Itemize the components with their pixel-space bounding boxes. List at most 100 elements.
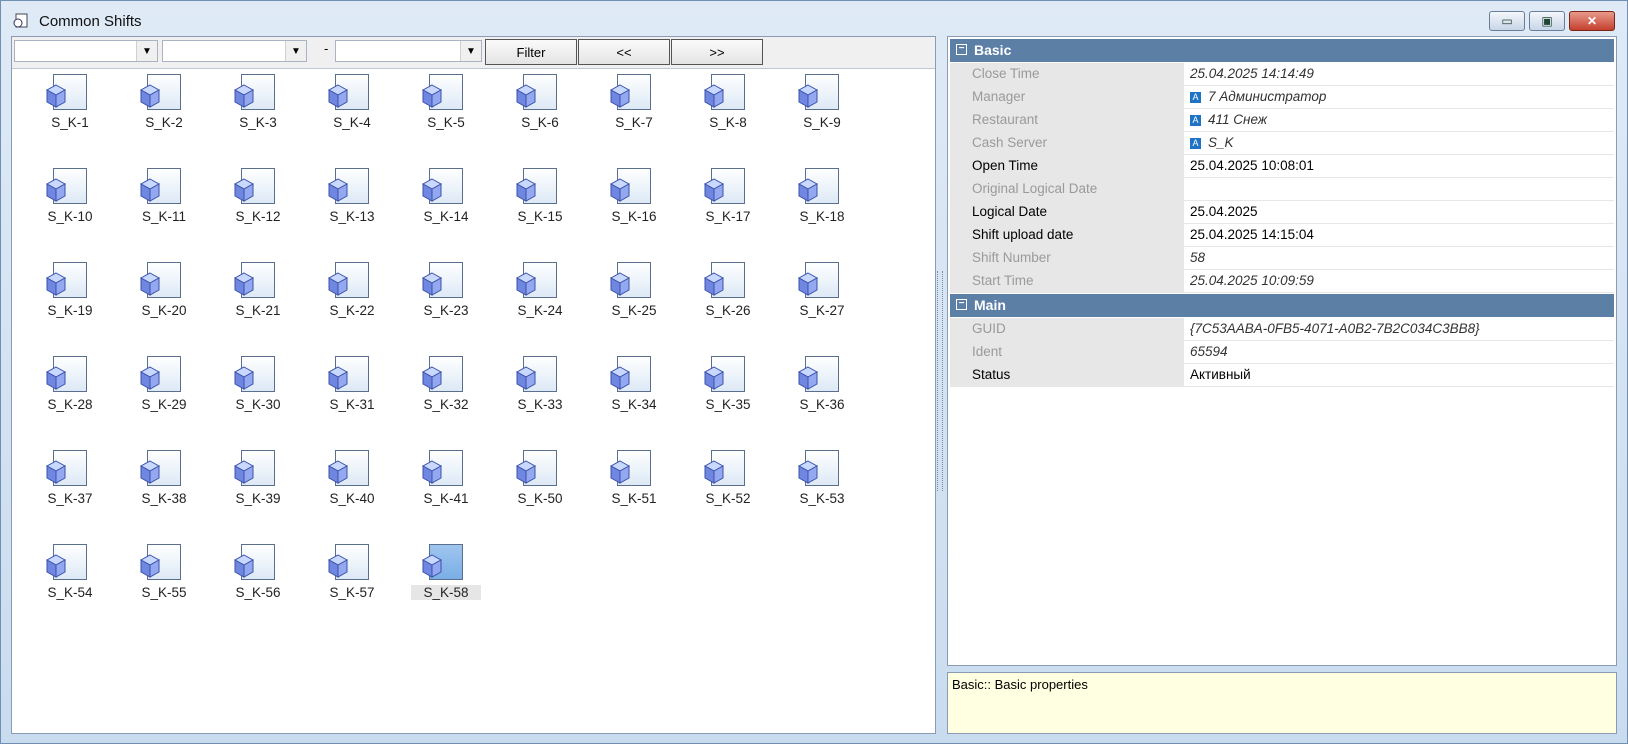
shift-item[interactable]: S_K-54	[35, 541, 105, 621]
property-description: Basic:: Basic properties	[947, 672, 1617, 734]
shift-item[interactable]: S_K-38	[129, 447, 199, 527]
shift-item-label: S_K-2	[145, 115, 183, 130]
dropdown-arrow-icon[interactable]: ▼	[136, 41, 157, 61]
shift-item[interactable]: S_K-15	[505, 165, 575, 245]
shift-item[interactable]: S_K-51	[599, 447, 669, 527]
property-value[interactable]: 25.04.2025 14:15:04	[1186, 224, 1614, 246]
property-value[interactable]: A S_K	[1186, 132, 1614, 154]
property-row[interactable]: Close Time 25.04.2025 14:14:49	[950, 63, 1614, 86]
shift-item[interactable]: S_K-37	[35, 447, 105, 527]
property-value[interactable]: A 7 Администратор	[1186, 86, 1614, 108]
shift-item[interactable]: S_K-35	[693, 353, 763, 433]
shift-item[interactable]: S_K-30	[223, 353, 293, 433]
property-row[interactable]: Status Активный	[950, 364, 1614, 387]
shift-item-label: S_K-13	[329, 209, 375, 224]
property-row[interactable]: Restaurant A 411 Снеж	[950, 109, 1614, 132]
shift-item[interactable]: S_K-58	[411, 541, 481, 621]
collapse-icon[interactable]: −	[956, 299, 967, 310]
property-row[interactable]: Open Time 25.04.2025 10:08:01	[950, 155, 1614, 178]
property-value[interactable]: 65594	[1186, 341, 1614, 363]
shift-item[interactable]: S_K-13	[317, 165, 387, 245]
filter-combo-1[interactable]: ▼	[14, 40, 158, 62]
property-value[interactable]: 25.04.2025 10:08:01	[1186, 155, 1614, 177]
property-value[interactable]: Активный	[1186, 364, 1614, 386]
property-row[interactable]: Manager A 7 Администратор	[950, 86, 1614, 109]
shift-item[interactable]: S_K-32	[411, 353, 481, 433]
shift-item[interactable]: S_K-55	[129, 541, 199, 621]
prev-page-button[interactable]: <<	[578, 39, 670, 65]
property-value[interactable]: {7C53AABA-0FB5-4071-A0B2-7B2C034C3BB8}	[1186, 318, 1614, 340]
next-page-button[interactable]: >>	[671, 39, 763, 65]
property-value[interactable]: 58	[1186, 247, 1614, 269]
shift-item-label: S_K-11	[141, 209, 187, 224]
shift-item[interactable]: S_K-41	[411, 447, 481, 527]
property-row[interactable]: GUID {7C53AABA-0FB5-4071-A0B2-7B2C034C3BB…	[950, 318, 1614, 341]
shift-item[interactable]: S_K-27	[787, 259, 857, 339]
shift-item[interactable]: S_K-26	[693, 259, 763, 339]
shift-item[interactable]: S_K-40	[317, 447, 387, 527]
shift-item[interactable]: S_K-39	[223, 447, 293, 527]
shift-item[interactable]: S_K-25	[599, 259, 669, 339]
property-row[interactable]: Start Time 25.04.2025 10:09:59	[950, 270, 1614, 293]
property-value[interactable]: 25.04.2025	[1186, 201, 1614, 223]
shift-item[interactable]: S_K-28	[35, 353, 105, 433]
property-row[interactable]: Shift upload date 25.04.2025 14:15:04	[950, 224, 1614, 247]
property-row[interactable]: Shift Number 58	[950, 247, 1614, 270]
property-value[interactable]: 25.04.2025 14:14:49	[1186, 63, 1614, 85]
shift-item[interactable]: S_K-31	[317, 353, 387, 433]
shift-item[interactable]: S_K-9	[787, 71, 857, 151]
shift-item[interactable]: S_K-20	[129, 259, 199, 339]
property-value[interactable]: A 411 Снеж	[1186, 109, 1614, 131]
shift-item[interactable]: S_K-33	[505, 353, 575, 433]
category-main[interactable]: − Main	[950, 294, 1614, 317]
shift-item[interactable]: S_K-29	[129, 353, 199, 433]
shift-item[interactable]: S_K-18	[787, 165, 857, 245]
filter-combo-3[interactable]: ▼	[335, 40, 482, 62]
shift-item[interactable]: S_K-6	[505, 71, 575, 151]
shift-item[interactable]: S_K-23	[411, 259, 481, 339]
shift-item[interactable]: S_K-36	[787, 353, 857, 433]
category-label: Main	[974, 297, 1006, 313]
shift-item[interactable]: S_K-5	[411, 71, 481, 151]
shift-item[interactable]: S_K-52	[693, 447, 763, 527]
shift-item[interactable]: S_K-10	[35, 165, 105, 245]
filter-button[interactable]: Filter	[485, 39, 577, 65]
title-bar[interactable]: Common Shifts ▭ ▣ ✕	[1, 1, 1627, 35]
shift-item[interactable]: S_K-12	[223, 165, 293, 245]
shift-item[interactable]: S_K-53	[787, 447, 857, 527]
maximize-button[interactable]: ▣	[1529, 11, 1565, 31]
shift-item[interactable]: S_K-22	[317, 259, 387, 339]
dropdown-arrow-icon[interactable]: ▼	[460, 41, 481, 61]
shift-item[interactable]: S_K-21	[223, 259, 293, 339]
property-row[interactable]: Cash Server A S_K	[950, 132, 1614, 155]
shift-item[interactable]: S_K-14	[411, 165, 481, 245]
property-value[interactable]	[1186, 178, 1614, 200]
shift-item[interactable]: S_K-16	[599, 165, 669, 245]
property-value[interactable]: 25.04.2025 10:09:59	[1186, 270, 1614, 292]
shift-item[interactable]: S_K-50	[505, 447, 575, 527]
filter-combo-2[interactable]: ▼	[162, 40, 307, 62]
shift-item[interactable]: S_K-19	[35, 259, 105, 339]
shift-item[interactable]: S_K-8	[693, 71, 763, 151]
shift-item[interactable]: S_K-2	[129, 71, 199, 151]
shift-item[interactable]: S_K-56	[223, 541, 293, 621]
shift-item[interactable]: S_K-17	[693, 165, 763, 245]
shift-item[interactable]: S_K-57	[317, 541, 387, 621]
panel-splitter[interactable]	[937, 271, 943, 491]
shift-item[interactable]: S_K-3	[223, 71, 293, 151]
property-row[interactable]: Logical Date 25.04.2025	[950, 201, 1614, 224]
shift-item[interactable]: S_K-4	[317, 71, 387, 151]
property-row[interactable]: Ident 65594	[950, 341, 1614, 364]
dropdown-arrow-icon[interactable]: ▼	[285, 41, 306, 61]
shift-item-label: S_K-8	[709, 115, 747, 130]
shift-item[interactable]: S_K-1	[35, 71, 105, 151]
shift-item[interactable]: S_K-11	[129, 165, 199, 245]
shift-item[interactable]: S_K-24	[505, 259, 575, 339]
minimize-button[interactable]: ▭	[1489, 11, 1525, 31]
property-row[interactable]: Original Logical Date	[950, 178, 1614, 201]
close-button[interactable]: ✕	[1569, 11, 1615, 31]
shift-item[interactable]: S_K-7	[599, 71, 669, 151]
collapse-icon[interactable]: −	[956, 44, 967, 55]
category-basic[interactable]: − Basic	[950, 39, 1614, 62]
shift-item[interactable]: S_K-34	[599, 353, 669, 433]
